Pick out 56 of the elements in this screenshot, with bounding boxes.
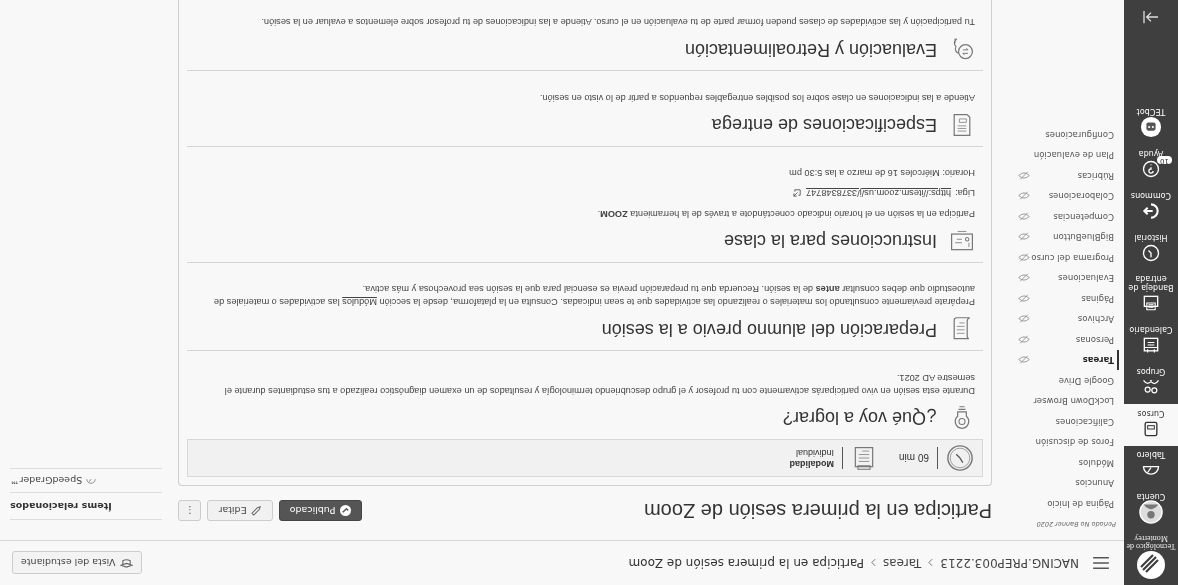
course-nav-link[interactable]: Módulos — [1016, 452, 1116, 473]
course-nav-link[interactable]: Configuraciones — [1016, 124, 1116, 145]
modality-value: Individual — [794, 447, 834, 458]
global-nav-item[interactable]: Historial — [1124, 227, 1178, 270]
global-nav-item[interactable]: Cuenta — [1124, 487, 1178, 530]
global-nav-item[interactable]: Calendario — [1124, 320, 1178, 363]
course-nav-link[interactable]: Calificaciones — [1016, 411, 1116, 432]
global-nav-item[interactable]: Cursos — [1124, 403, 1178, 446]
course-nav-link[interactable]: Archivos — [1016, 309, 1116, 330]
section-heading: Preparación del alumno previo a la sesión — [601, 318, 937, 340]
logo-text: Tecnológico de Monterrey — [1125, 533, 1177, 550]
paragraph: Durante esta sesión en vivo participarás activamente con tu profesor y el grupo descubriendo terminología y resultados de un examen diagnóstico realizado a tus estudiantes durante el semestre AD 2021. — [223, 371, 975, 397]
course-nav-link[interactable]: Google Drive — [1016, 370, 1116, 391]
global-nav-item[interactable]: TECbot — [1124, 102, 1178, 145]
paragraph: Tu participación y las actividades de clases pueden formar parte de tu evaluación en el curso. Atiende a las indicaciones de tu profesor sobre elementos a evaluar en la sesión. — [260, 16, 975, 29]
assignment-title: Participa en la primera sesión de Zoom — [643, 499, 992, 523]
more-options-button[interactable]: ⋮ — [178, 500, 202, 522]
edit-button[interactable]: Editar — [207, 500, 273, 522]
course-nav-link[interactable]: Programa del curso — [1016, 247, 1116, 268]
paragraph: Participa en la sesión en el horario indicado conectándote a través de la herramienta ZOOM. — [596, 207, 975, 220]
related-items-heading: Ítems relacionados — [10, 492, 162, 520]
course-nav-link[interactable]: BigBlueButton — [1016, 227, 1116, 248]
course-nav-link[interactable]: Página de Inicio — [1016, 493, 1116, 514]
course-nav-link[interactable]: Anuncios — [1016, 473, 1116, 494]
course-nav-link[interactable]: Evaluaciones — [1016, 268, 1116, 289]
paragraph: Horario: Miércoles 16 de marzo a las 5:30 pm — [788, 166, 975, 179]
link-label: Liga: — [955, 187, 975, 200]
zoom-link[interactable]: https://itesm.zoom.us/j/3378348747 — [806, 185, 952, 200]
section-heading: ¿Qué voy a lograr? — [782, 407, 937, 429]
course-nav-link[interactable]: Personas — [1016, 329, 1116, 350]
course-nav-link[interactable]: Tareas — [1016, 350, 1119, 371]
paragraph: Atiende a las indicaciones en clase sobre los posibles entregables requeridos a partir de lo visto en sesión. — [538, 91, 975, 104]
breadcrumb-link[interactable]: NACING.PREP003.2213 — [940, 556, 1079, 570]
course-nav-link[interactable]: Foros de discusión — [1016, 432, 1116, 453]
paragraph: Prepárate previamente consultando los materiales o realizando las actividades que te sean indicadas. Consulta en la plataforma, desde la sección Módulos las actividades o materiales de autoestudio que debes consultar antes de la sesión. Recuerda que tu preparación previa es esencial para que la sesión sea provechosa y más activa. — [213, 282, 975, 309]
course-nav-link[interactable]: Páginas — [1016, 288, 1116, 309]
course-nav-link[interactable]: Rúbricas — [1016, 165, 1116, 186]
global-nav-item[interactable]: Commons — [1124, 186, 1178, 228]
speedgrader-link[interactable]: SpeedGrader™ — [10, 468, 162, 492]
modules-link[interactable]: Módulos — [342, 297, 377, 308]
course-nav-link[interactable]: Competencias — [1016, 206, 1116, 227]
breadcrumb-link[interactable]: Participa en la primera sesión de Zoom — [628, 556, 864, 570]
global-nav-item[interactable]: Grupos — [1124, 362, 1178, 404]
global-nav-item[interactable]: Tablero — [1124, 445, 1178, 488]
breadcrumb-link[interactable]: Tareas — [883, 556, 922, 570]
course-nav-link[interactable]: Plan de evaluación — [1016, 145, 1116, 166]
course-nav-link[interactable]: Colaboraciones — [1016, 186, 1116, 207]
duration-text: 60 min — [899, 452, 929, 464]
global-nav-item[interactable]: Bandeja de entrada — [1124, 269, 1178, 321]
modality-label: Modalidad — [789, 458, 834, 469]
section-heading: Especificaciones de entrega — [711, 114, 937, 136]
course-nav-link[interactable]: LockDown Browser — [1016, 391, 1116, 412]
student-view-button[interactable]: Vista del estudiante — [12, 551, 142, 575]
section-heading: Evaluación y Retroalimentación — [684, 38, 937, 60]
section-heading: Instrucciones para la clase — [723, 230, 937, 252]
published-button[interactable]: Publicado — [278, 500, 363, 522]
